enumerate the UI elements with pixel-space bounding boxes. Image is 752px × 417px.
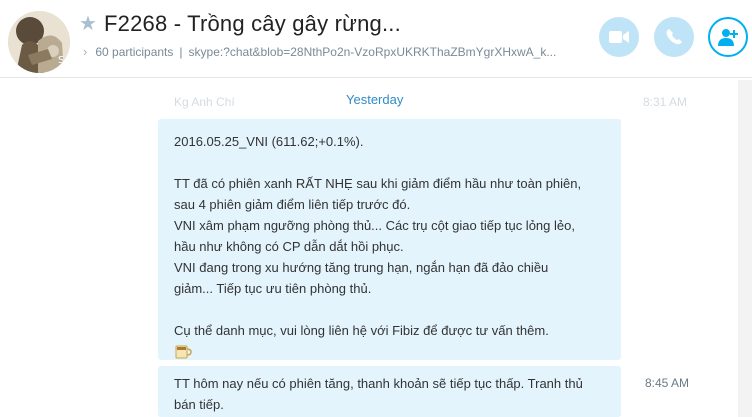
ghost-timestamp: 8:31 AM <box>643 95 688 109</box>
message-line: Cụ thể danh mục, vui lòng liên hệ với Fi… <box>174 323 549 338</box>
chat-header: S ★ F2268 - Trồng cây gây rừng... › 60 pa… <box>0 0 752 78</box>
coffee-cup-icon[interactable] <box>174 343 192 359</box>
audio-call-button[interactable] <box>654 17 694 57</box>
favorite-star-icon[interactable]: ★ <box>79 14 97 34</box>
video-call-button[interactable] <box>599 17 639 57</box>
message-line: bán tiếp. <box>174 397 224 412</box>
chat-subtitle: › 60 participants | skype:?chat&blob=28NthP… <box>83 44 556 59</box>
video-call-icon <box>609 31 629 43</box>
message-bubble[interactable]: 2016.05.25_VNI (611.62;+0.1%). TT đã có … <box>158 119 621 360</box>
message-timestamp: 8:45 AM <box>645 376 690 390</box>
group-avatar-icon[interactable]: S <box>8 11 70 73</box>
add-participant-button[interactable] <box>708 17 748 57</box>
scrollbar[interactable] <box>738 80 752 417</box>
message-line: VNI đang trong xu hướng tăng trung hạn, … <box>174 260 549 275</box>
message-line: VNI xâm phạm ngưỡng phòng thủ... Các trụ… <box>174 218 575 233</box>
add-participant-icon <box>718 29 738 46</box>
message-line: hầu như không có CP dẫn dắt hồi phục. <box>174 239 404 254</box>
chat-title: F2268 - Trồng cây gây rừng... <box>104 11 401 36</box>
message-line: sau 4 phiên giảm điểm liên tiếp trước đó… <box>174 197 411 212</box>
svg-text:S: S <box>58 55 64 66</box>
chat-link[interactable]: skype:?chat&blob=28NthPo2n-VzoRpxUKRKTha… <box>189 45 557 59</box>
sender-name: Kg Anh Chí <box>174 95 235 109</box>
participants-count[interactable]: 60 participants <box>95 45 173 59</box>
message-line: giảm... Tiếp tục ưu tiên phòng thủ. <box>174 281 372 296</box>
subtitle-separator: | <box>179 45 183 59</box>
message-line: TT hôm nay nếu có phiên tăng, thanh khoả… <box>174 376 583 391</box>
message-line: 2016.05.25_VNI (611.62;+0.1%). <box>174 134 364 149</box>
message-line: TT đã có phiên xanh RẤT NHẸ sau khi giảm… <box>174 176 582 191</box>
date-separator: Yesterday <box>346 92 404 107</box>
message-bubble[interactable]: TT hôm nay nếu có phiên tăng, thanh khoả… <box>158 366 621 417</box>
message-area: Kg Anh Chí 8:31 AM Yesterday 2016.05.25_… <box>0 78 752 417</box>
chevron-right-icon[interactable]: › <box>83 44 87 59</box>
audio-call-icon <box>666 29 682 45</box>
